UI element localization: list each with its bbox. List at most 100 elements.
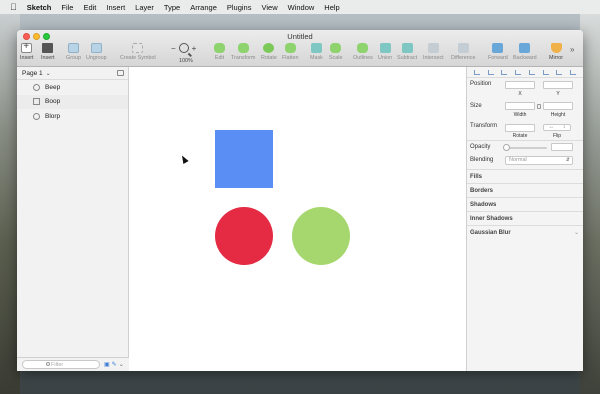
gaussian-blur-section[interactable]: Gaussian Blur ⌄ <box>467 225 583 239</box>
layer-item-boop[interactable]: Boop <box>17 94 128 109</box>
opacity-slider[interactable] <box>505 147 547 149</box>
zoom-out-button[interactable]: − <box>171 44 176 53</box>
toolbar-overflow-chevron-icon[interactable]: » <box>570 45 574 54</box>
subtract-button[interactable]: Subtract <box>397 43 417 61</box>
intersect-icon <box>427 43 439 53</box>
menu-plugins[interactable]: Plugins <box>227 3 252 12</box>
desktop-wallpaper-right <box>580 14 600 394</box>
layer-filter-bar: Filter ▣ ✎ ⌄ <box>17 357 129 371</box>
layer-item-blorp[interactable]: Blorp <box>17 109 128 124</box>
filter-input[interactable]: Filter <box>22 360 100 369</box>
mirror-button[interactable]: Mirror <box>549 43 563 61</box>
group-icon <box>67 43 79 53</box>
rotate-label: Rotate <box>261 55 277 61</box>
distribute-vertical-icon[interactable] <box>570 69 577 75</box>
layer-label: Boop <box>45 98 61 106</box>
circle-shape-blorp[interactable] <box>292 207 350 265</box>
align-left-icon[interactable] <box>473 69 480 75</box>
align-middle-icon[interactable] <box>542 69 549 75</box>
options-chevron-icon[interactable]: ⌄ <box>119 361 124 368</box>
layer-label: Blorp <box>45 112 61 120</box>
blending-select[interactable]: Normal ⇵ <box>505 156 573 165</box>
symbols-filter-icon[interactable]: ▣ <box>104 361 110 368</box>
backward-button[interactable]: Backward <box>513 43 537 61</box>
width-field[interactable] <box>505 102 535 110</box>
height-label: Height <box>550 112 566 118</box>
apple-logo-icon[interactable]:  <box>10 2 17 12</box>
flip-horizontal-icon[interactable]: ↔ <box>549 125 554 130</box>
circle-shape-beep[interactable] <box>215 207 273 265</box>
layer-item-beep[interactable]: Beep <box>17 80 128 95</box>
menu-app-name[interactable]: Sketch <box>27 3 52 12</box>
ungroup-button[interactable]: Ungroup <box>86 43 107 61</box>
pen-filter-icon[interactable]: ✎ <box>112 361 117 368</box>
ungroup-label: Ungroup <box>86 55 107 61</box>
edit-label: Edit <box>214 55 225 61</box>
opacity-field[interactable] <box>551 143 573 151</box>
inner-shadows-section[interactable]: Inner Shadows <box>467 211 583 225</box>
chevron-icon[interactable]: ⌄ <box>574 229 579 236</box>
zoom-in-button[interactable]: + <box>192 44 197 53</box>
fills-section[interactable]: Fills <box>467 169 583 183</box>
rotate-button[interactable]: Rotate <box>261 43 277 61</box>
menu-insert[interactable]: Insert <box>106 3 125 12</box>
gaussian-blur-label: Gaussian Blur <box>470 229 511 236</box>
flatten-button[interactable]: Flatten <box>282 43 298 61</box>
rotate-label: Rotate <box>512 133 528 139</box>
subtract-label: Subtract <box>397 55 418 61</box>
difference-button[interactable]: Difference <box>451 43 475 61</box>
menu-window[interactable]: Window <box>288 3 315 12</box>
borders-section[interactable]: Borders <box>467 183 583 197</box>
flip-label: Flip <box>552 133 562 139</box>
intersect-button[interactable]: Intersect <box>423 43 444 61</box>
flip-buttons[interactable]: ↔ ↕ <box>543 124 571 131</box>
forward-button[interactable]: Forward <box>488 43 508 61</box>
transform-icon <box>237 43 249 53</box>
edit-icon <box>214 43 225 53</box>
shadows-section[interactable]: Shadows <box>467 197 583 211</box>
align-bottom-icon[interactable] <box>556 69 563 75</box>
menu-edit[interactable]: Edit <box>83 3 96 12</box>
opacity-slider-knob[interactable] <box>503 144 510 151</box>
group-button[interactable]: Group <box>66 43 81 61</box>
align-center-icon[interactable] <box>487 69 494 75</box>
lock-proportions-icon[interactable] <box>537 104 541 109</box>
flip-vertical-icon[interactable]: ↕ <box>563 125 566 130</box>
mask-button[interactable]: Mask <box>310 43 323 61</box>
outlines-button[interactable]: Outlines <box>353 43 373 61</box>
page-selector[interactable]: Page 1 ⌄ <box>17 67 128 80</box>
menu-arrange[interactable]: Arrange <box>190 3 217 12</box>
width-label: Width <box>513 112 527 118</box>
align-top-icon[interactable] <box>528 69 535 75</box>
transform-button[interactable]: Transform <box>231 43 255 61</box>
inspector-panel: Position X Y Size Width Height Transform… <box>466 67 583 371</box>
rectangle-shape-boop[interactable] <box>215 130 273 188</box>
mirror-icon <box>550 43 562 53</box>
menu-file[interactable]: File <box>61 3 73 12</box>
scale-button[interactable]: Scale <box>329 43 343 61</box>
menu-layer[interactable]: Layer <box>135 3 154 12</box>
position-x-field[interactable] <box>505 81 535 89</box>
menu-help[interactable]: Help <box>324 3 339 12</box>
toggle-pages-icon[interactable] <box>117 70 124 76</box>
create-symbol-button[interactable]: Create Symbol <box>120 43 156 61</box>
design-canvas[interactable] <box>129 67 466 371</box>
height-field[interactable] <box>543 102 573 110</box>
rotate-field[interactable] <box>505 124 535 132</box>
mirror-label: Mirror <box>549 55 564 61</box>
zoom-level[interactable]: 100% <box>179 58 193 64</box>
blending-value: Normal <box>509 157 527 163</box>
insert-image-button[interactable]: Insert <box>41 43 54 61</box>
union-button[interactable]: Union <box>378 43 392 61</box>
menu-view[interactable]: View <box>261 3 277 12</box>
align-right-icon[interactable] <box>501 69 508 75</box>
page-name: Page 1 <box>22 69 43 77</box>
distribute-horizontal-icon[interactable] <box>515 69 522 75</box>
insert-button[interactable]: Insert <box>20 41 33 61</box>
edit-button[interactable]: Edit <box>214 43 225 61</box>
menu-type[interactable]: Type <box>164 3 180 12</box>
insert-image-label: Insert <box>41 55 55 61</box>
filter-options: ▣ ✎ ⌄ <box>104 361 124 368</box>
oval-layer-icon <box>33 112 40 120</box>
position-y-field[interactable] <box>543 81 573 89</box>
